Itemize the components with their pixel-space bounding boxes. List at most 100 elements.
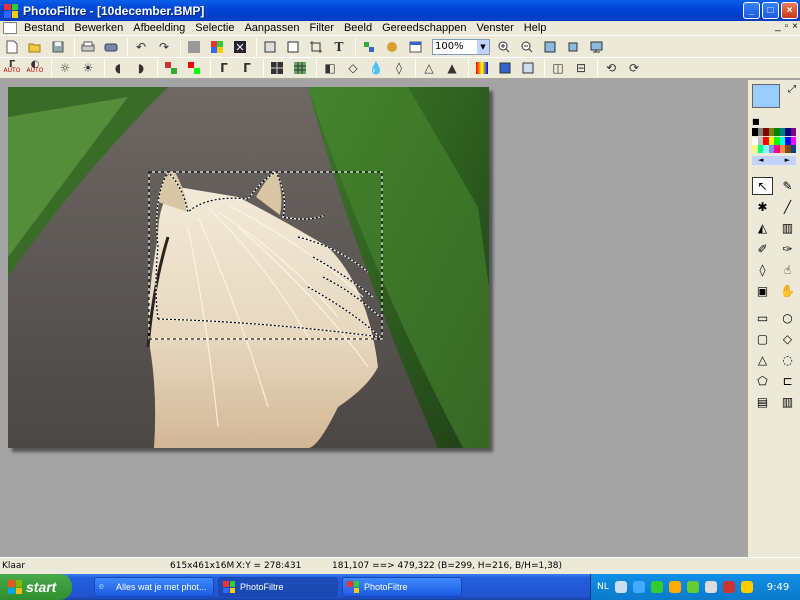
menu-gereedschappen[interactable]: Gereedschappen [377, 22, 471, 34]
color-swatch[interactable] [790, 128, 796, 136]
open-shape-icon[interactable]: ⊏ [777, 372, 798, 390]
fullscreen-icon[interactable] [586, 38, 606, 56]
effects-icon[interactable] [382, 38, 402, 56]
palette-prev-icon[interactable]: ◄ [758, 156, 763, 165]
rotate-left-icon[interactable]: ⟲ [601, 59, 621, 77]
menu-bestand[interactable]: Bestand [19, 22, 69, 34]
text-icon[interactable]: T [329, 38, 349, 56]
contrast-plus-icon[interactable]: ◗ [131, 59, 151, 77]
select-tool-icon[interactable]: ↖ [752, 177, 773, 195]
network-icon[interactable] [632, 581, 645, 593]
magic-wand-tool-icon[interactable]: ✱ [752, 198, 773, 216]
plugin-icon[interactable] [359, 38, 379, 56]
undo-icon[interactable]: ↶ [131, 38, 151, 56]
flip-horizontal-icon[interactable]: ◫ [548, 59, 568, 77]
menu-afbeelding[interactable]: Afbeelding [128, 22, 190, 34]
advanced-brush-tool-icon[interactable]: ✑ [777, 240, 798, 258]
menu-venster[interactable]: Venster [471, 22, 518, 34]
triangle-icon[interactable]: △ [419, 59, 439, 77]
reset-colors-icon[interactable]: ■ [752, 117, 760, 126]
save-icon[interactable] [48, 38, 68, 56]
image-canvas[interactable] [8, 87, 489, 448]
scan-icon[interactable] [101, 38, 121, 56]
update-icon[interactable] [740, 581, 753, 593]
zoom-in-icon[interactable] [494, 38, 514, 56]
line-tool-icon[interactable]: ╱ [777, 198, 798, 216]
zoom-select[interactable]: 100% ▼ [432, 38, 490, 55]
minimize-button[interactable]: _ [743, 2, 760, 19]
stamp-tool-icon[interactable]: ▣ [752, 282, 773, 300]
palette-next-icon[interactable]: ► [785, 156, 790, 165]
menu-bewerken[interactable]: Bewerken [69, 22, 128, 34]
picker-tool-icon[interactable]: ✎ [777, 177, 798, 195]
doc-minimize-button[interactable]: _ [775, 21, 781, 32]
ellipse-icon[interactable]: ○ [777, 309, 798, 327]
auto-contrast-icon[interactable]: ◐ AUTO [25, 59, 45, 77]
brightness-plus-icon[interactable]: ☀ [78, 59, 98, 77]
color-swatch[interactable] [790, 145, 796, 154]
new-icon[interactable] [2, 38, 22, 56]
menu-help[interactable]: Help [519, 22, 552, 34]
polygon-icon[interactable]: ⬠ [752, 372, 773, 390]
foreground-color[interactable] [752, 84, 780, 108]
paste-icon[interactable] [260, 38, 280, 56]
doc-restore-button[interactable]: ▫ [785, 21, 789, 32]
brush-tool-icon[interactable]: ✐ [752, 240, 773, 258]
contrast-minus-icon[interactable]: ◖ [108, 59, 128, 77]
fill-tool-icon[interactable]: ◭ [752, 219, 773, 237]
color-icon[interactable] [207, 38, 227, 56]
messenger-icon[interactable] [650, 581, 663, 593]
actual-size-icon[interactable] [563, 38, 583, 56]
drop-icon[interactable]: ◊ [389, 59, 409, 77]
menu-selectie[interactable]: Selectie [190, 22, 239, 34]
sharpen-icon[interactable]: ◧ [320, 59, 340, 77]
brightness-minus-icon[interactable]: ☼ [55, 59, 75, 77]
triangle-fill-icon[interactable]: ▲ [442, 59, 462, 77]
smudge-tool-icon[interactable]: ☝ [777, 261, 798, 279]
paste-new-icon[interactable] [283, 38, 303, 56]
rectangle-icon[interactable]: ▭ [752, 309, 773, 327]
hand-tool-icon[interactable]: ✋ [777, 282, 798, 300]
start-button[interactable]: start [0, 574, 72, 600]
task-photofiltre-1[interactable]: PhotoFiltre [218, 577, 338, 597]
grid-icon[interactable] [267, 59, 287, 77]
gamma-plus-icon[interactable]: Γ [237, 59, 257, 77]
menu-aanpassen[interactable]: Aanpassen [239, 22, 304, 34]
antivirus-icon[interactable] [668, 581, 681, 593]
menu-beeld[interactable]: Beeld [339, 22, 377, 34]
blur-drop-icon[interactable]: 💧 [366, 59, 386, 77]
task-ie[interactable]: e Alles wat je met phot... [94, 577, 214, 597]
rounded-rect-icon[interactable]: ▢ [752, 330, 773, 348]
flip-vertical-icon[interactable]: ⊟ [571, 59, 591, 77]
saturation-plus-icon[interactable] [184, 59, 204, 77]
color-swatch[interactable] [790, 136, 796, 145]
rotate-right-icon[interactable]: ⟳ [624, 59, 644, 77]
crop-icon[interactable] [306, 38, 326, 56]
browser-icon[interactable] [405, 38, 425, 56]
texture-icon[interactable] [518, 59, 538, 77]
vsel-icon[interactable]: ▥ [777, 393, 798, 411]
grey-icon[interactable] [184, 38, 204, 56]
doc-close-button[interactable]: × [792, 21, 798, 32]
gradient-icon[interactable] [472, 59, 492, 77]
diamond-icon[interactable]: ◇ [777, 330, 798, 348]
lasso-icon[interactable]: ◌ [777, 351, 798, 369]
swap-colors-icon[interactable]: ⤢ [788, 84, 796, 95]
color-palette-grid[interactable] [752, 128, 796, 154]
soften-icon[interactable]: ◇ [343, 59, 363, 77]
volume-icon[interactable] [704, 581, 717, 593]
zoom-out-icon[interactable] [517, 38, 537, 56]
open-icon[interactable] [25, 38, 45, 56]
color-swatches[interactable]: ⤢ ■ [752, 84, 796, 126]
auto-level-icon[interactable]: Γ AUTO [2, 59, 22, 77]
mosaic-icon[interactable] [290, 59, 310, 77]
gamma-minus-icon[interactable]: Γ [214, 59, 234, 77]
redo-icon[interactable]: ↷ [154, 38, 174, 56]
frame-icon[interactable] [495, 59, 515, 77]
saturation-minus-icon[interactable] [161, 59, 181, 77]
fit-icon[interactable] [540, 38, 560, 56]
tray-app-icon[interactable] [686, 581, 699, 593]
spray-tool-icon[interactable]: ▥ [777, 219, 798, 237]
document-menu-icon[interactable] [3, 22, 17, 34]
menu-filter[interactable]: Filter [304, 22, 338, 34]
